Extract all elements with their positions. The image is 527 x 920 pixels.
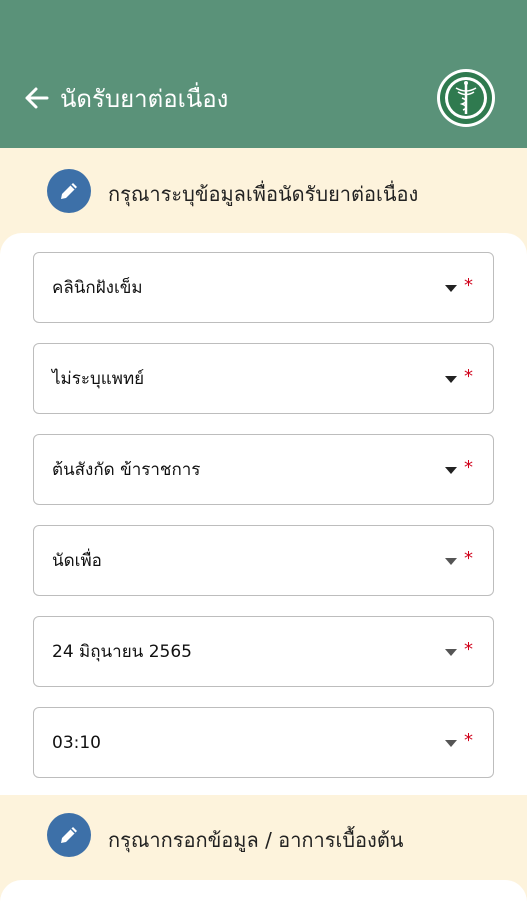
app-header: นัดรับยาต่อเนื่อง xyxy=(0,0,527,148)
date-select-value: 24 มิถุนายน 2565 xyxy=(52,642,192,662)
doctor-select-value: ไม่ระบุแพทย์ xyxy=(52,369,145,389)
pencil-icon xyxy=(47,169,91,213)
required-mark: * xyxy=(464,639,473,660)
form-card: คลินิกฝังเข็ม * ไม่ระบุแพทย์ * ต้นสังกัด… xyxy=(0,233,527,795)
section-title: กรุณาระบุข้อมูลเพื่อนัดรับยาต่อเนื่อง xyxy=(108,182,419,206)
ministry-logo xyxy=(436,68,496,128)
time-select[interactable]: 03:10 * xyxy=(33,707,494,778)
page-title: นัดรับยาต่อเนื่อง xyxy=(60,85,229,113)
doctor-select[interactable]: ไม่ระบุแพทย์ * xyxy=(33,343,494,414)
clinic-select-value: คลินิกฝังเข็ม xyxy=(52,278,143,298)
dropdown-arrow-icon xyxy=(445,649,457,656)
purpose-select-value: นัดเพื่อ xyxy=(52,551,102,571)
section-heading-appointment: กรุณาระบุข้อมูลเพื่อนัดรับยาต่อเนื่อง xyxy=(0,148,527,234)
section-heading-symptoms: กรุณากรอกข้อมูล / อาการเบื้องต้น xyxy=(0,795,527,881)
dropdown-arrow-icon xyxy=(445,285,457,292)
purpose-select[interactable]: นัดเพื่อ * xyxy=(33,525,494,596)
back-button[interactable] xyxy=(18,82,54,114)
required-mark: * xyxy=(464,275,473,296)
dropdown-arrow-icon xyxy=(445,467,457,474)
required-mark: * xyxy=(464,548,473,569)
symptoms-card xyxy=(0,880,527,920)
affiliation-select-value: ต้นสังกัด ข้าราชการ xyxy=(52,460,201,480)
clinic-select[interactable]: คลินิกฝังเข็ม * xyxy=(33,252,494,323)
required-mark: * xyxy=(464,366,473,387)
affiliation-select[interactable]: ต้นสังกัด ข้าราชการ * xyxy=(33,434,494,505)
pencil-icon xyxy=(47,813,91,857)
required-mark: * xyxy=(464,457,473,478)
dropdown-arrow-icon xyxy=(445,740,457,747)
date-select[interactable]: 24 มิถุนายน 2565 * xyxy=(33,616,494,687)
dropdown-arrow-icon xyxy=(445,558,457,565)
required-mark: * xyxy=(464,730,473,751)
dropdown-arrow-icon xyxy=(445,376,457,383)
section-title: กรุณากรอกข้อมูล / อาการเบื้องต้น xyxy=(108,828,404,852)
back-arrow-icon xyxy=(25,87,49,109)
time-select-value: 03:10 xyxy=(52,733,101,753)
